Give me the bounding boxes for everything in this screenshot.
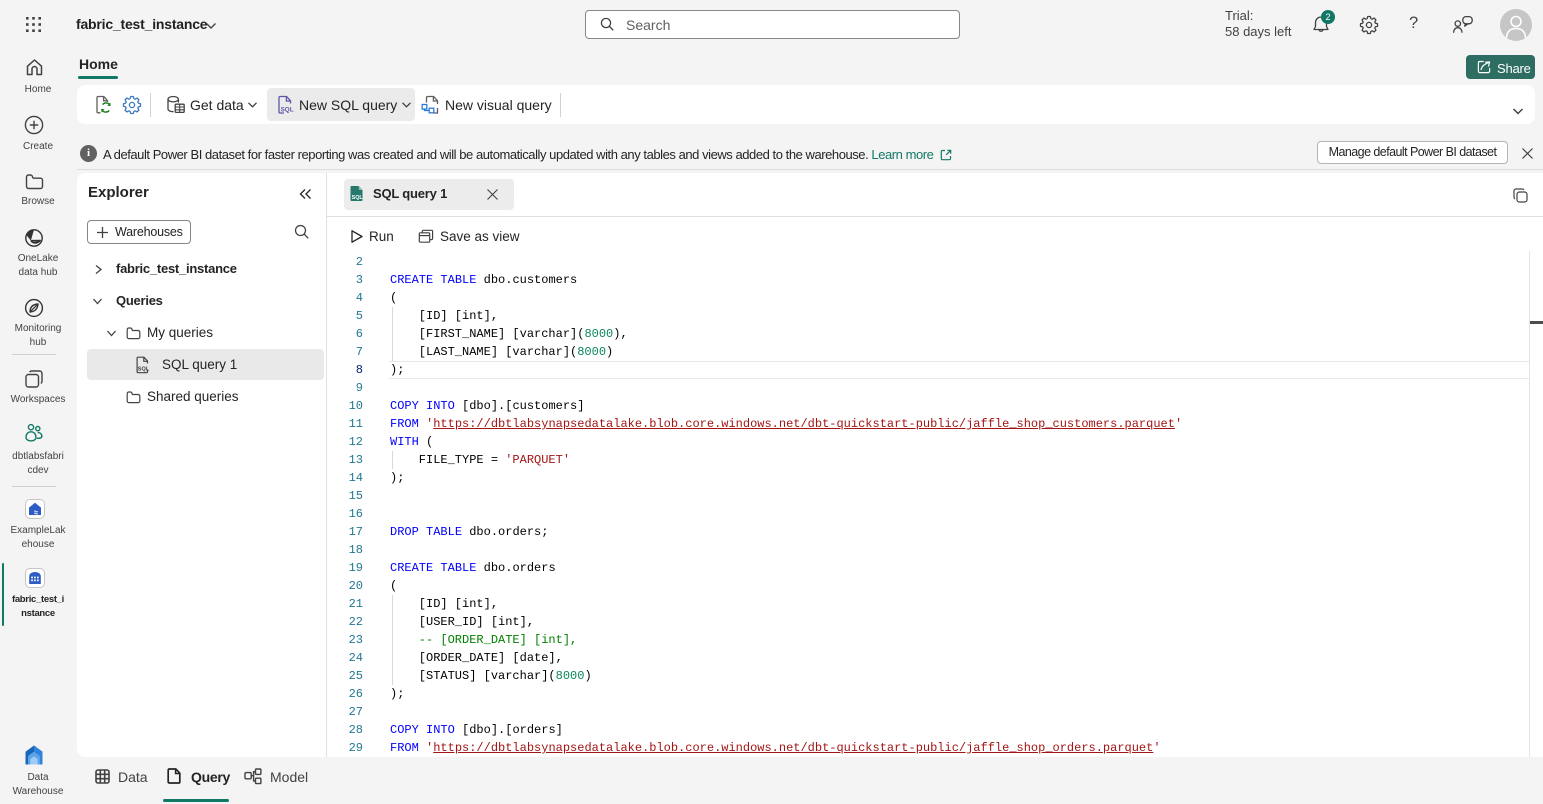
svg-text:SQL: SQL [138,367,150,373]
svg-text:SQL: SQL [281,107,294,114]
svg-text:SQL: SQL [352,195,364,201]
